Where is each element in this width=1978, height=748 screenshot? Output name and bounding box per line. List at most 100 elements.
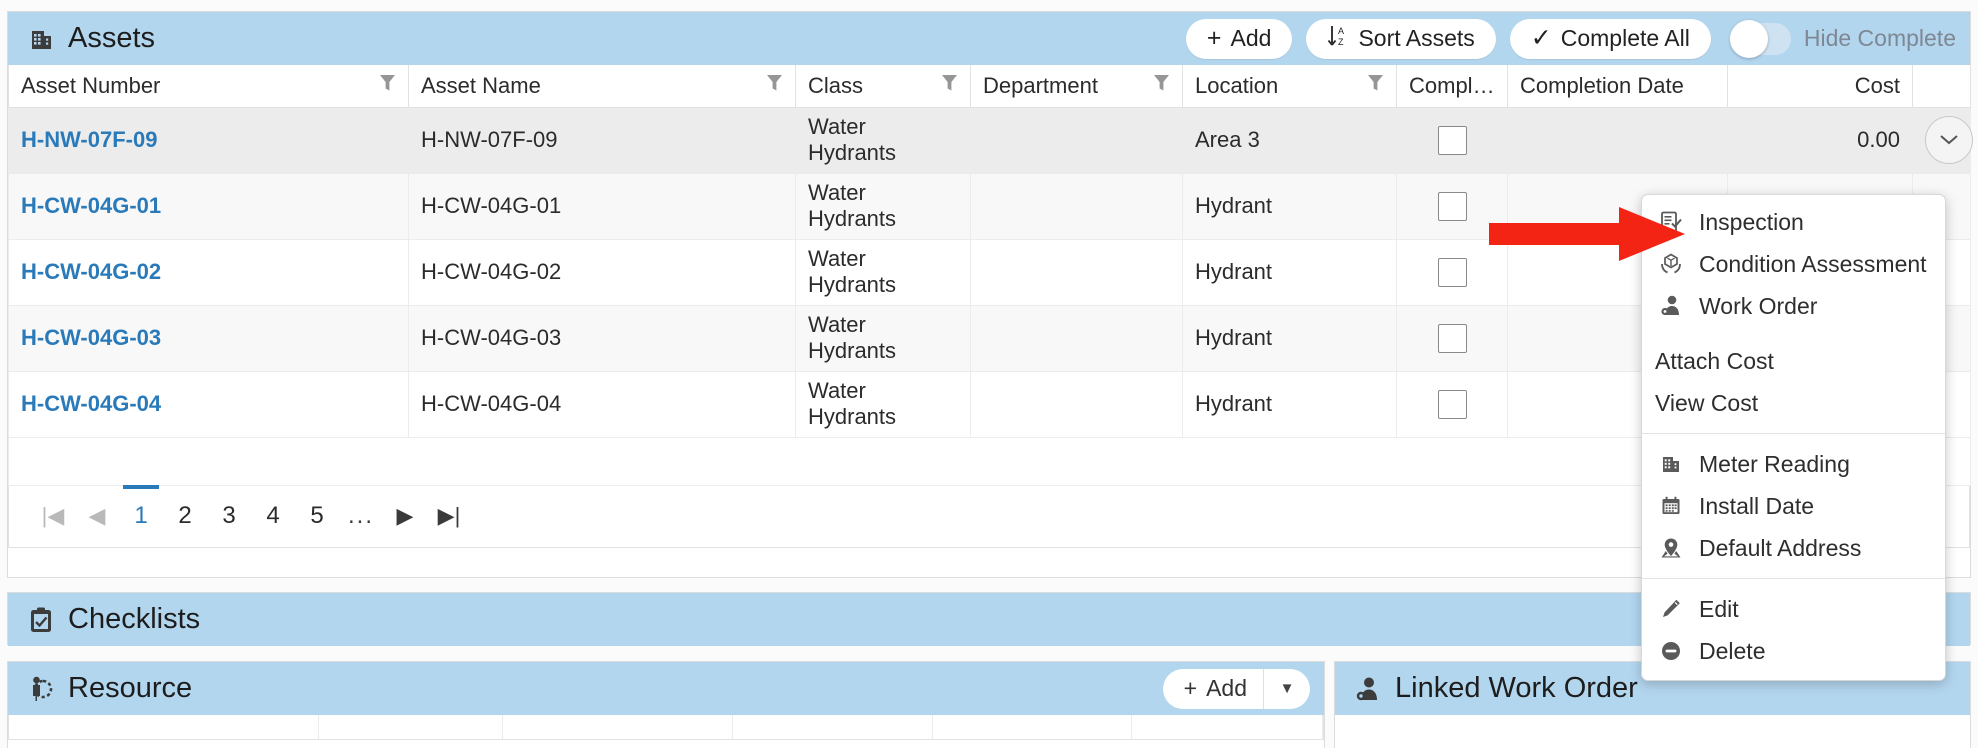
cell-asset-name: H-NW-07F-09 bbox=[408, 107, 796, 174]
linked-work-order-title-label: Linked Work Order bbox=[1395, 672, 1638, 704]
column-header-asset-name[interactable]: Asset Name bbox=[408, 65, 796, 108]
column-header-asset-number[interactable]: Asset Number bbox=[8, 65, 409, 108]
cell-asset-number[interactable]: H-CW-04G-03 bbox=[8, 305, 409, 372]
pager-page-3[interactable]: 3 bbox=[207, 486, 251, 546]
column-label: Asset Name bbox=[421, 72, 541, 98]
menu-item-default-address[interactable]: Default Address bbox=[1642, 527, 1945, 569]
resource-add-button[interactable]: + Add bbox=[1162, 668, 1264, 709]
cell-department bbox=[970, 107, 1183, 174]
app-root: Assets + Add A Z Sort Assets ✓ Complete … bbox=[0, 0, 1978, 748]
asset-number-link[interactable]: H-CW-04G-01 bbox=[21, 193, 161, 218]
menu-item-condition-assessment[interactable]: Condition Assessment bbox=[1642, 243, 1945, 285]
caret-down-icon: ▼ bbox=[1279, 680, 1295, 697]
filter-icon[interactable] bbox=[1153, 73, 1170, 99]
cell-complete[interactable] bbox=[1396, 239, 1508, 306]
complete-checkbox[interactable] bbox=[1437, 191, 1467, 221]
complete-all-label: Complete All bbox=[1560, 25, 1690, 51]
pager-page-1[interactable]: 1 bbox=[119, 485, 163, 546]
calendar-icon bbox=[1659, 495, 1683, 517]
pager-first-button[interactable]: |◀ bbox=[31, 486, 75, 546]
resource-panel: Resource + Add ▼ bbox=[7, 661, 1325, 748]
pager-next-button[interactable]: ▶ bbox=[383, 486, 427, 546]
row-context-menu: Inspection Condition Assessment Work Ord… bbox=[1641, 194, 1946, 681]
menu-item-label: Meter Reading bbox=[1699, 450, 1850, 477]
column-header-completion-date[interactable]: Completion Date bbox=[1507, 65, 1728, 108]
table-row[interactable]: H-NW-07F-09 H-NW-07F-09 Water Hydrants A… bbox=[8, 107, 1973, 174]
cell-cost: 0.00 bbox=[1727, 107, 1913, 174]
menu-item-meter-reading[interactable]: Meter Reading bbox=[1642, 443, 1945, 485]
sort-assets-button[interactable]: A Z Sort Assets bbox=[1306, 18, 1496, 59]
column-header-cost[interactable]: Cost bbox=[1727, 65, 1913, 108]
resource-col-2[interactable] bbox=[319, 715, 504, 739]
filter-icon[interactable] bbox=[379, 73, 396, 99]
menu-item-attach-cost[interactable]: Attach Cost bbox=[1642, 340, 1945, 382]
building-icon bbox=[26, 24, 56, 54]
resource-col-4[interactable] bbox=[733, 715, 933, 739]
complete-checkbox[interactable] bbox=[1437, 125, 1467, 155]
add-asset-button[interactable]: + Add bbox=[1185, 18, 1293, 59]
menu-item-work-order[interactable]: Work Order bbox=[1642, 285, 1945, 327]
row-menu-button[interactable] bbox=[1925, 116, 1973, 164]
resource-col-3[interactable] bbox=[503, 715, 733, 739]
hide-complete-toggle[interactable] bbox=[1728, 19, 1791, 58]
filter-icon[interactable] bbox=[941, 73, 958, 99]
column-header-actions bbox=[1912, 65, 1971, 108]
column-label: Comple... bbox=[1409, 72, 1495, 98]
cell-actions[interactable] bbox=[1912, 107, 1973, 174]
column-label: Asset Number bbox=[21, 72, 161, 98]
complete-checkbox[interactable] bbox=[1437, 257, 1467, 287]
asset-number-link[interactable]: H-CW-04G-02 bbox=[21, 259, 161, 284]
cell-asset-number[interactable]: H-NW-07F-09 bbox=[8, 107, 409, 174]
cell-complete[interactable] bbox=[1396, 107, 1508, 174]
hands-box-icon bbox=[1659, 252, 1683, 276]
complete-all-button[interactable]: ✓ Complete All bbox=[1509, 18, 1711, 59]
cell-complete[interactable] bbox=[1396, 173, 1508, 240]
asset-number-link[interactable]: H-NW-07F-09 bbox=[21, 127, 157, 152]
column-header-location[interactable]: Location bbox=[1182, 65, 1397, 108]
column-header-class[interactable]: Class bbox=[795, 65, 971, 108]
cell-asset-number[interactable]: H-CW-04G-01 bbox=[8, 173, 409, 240]
menu-item-delete[interactable]: Delete bbox=[1642, 630, 1945, 672]
pager-page-4[interactable]: 4 bbox=[251, 486, 295, 546]
pager-prev-button[interactable]: ◀ bbox=[75, 486, 119, 546]
complete-checkbox[interactable] bbox=[1437, 323, 1467, 353]
cell-class: Water Hydrants bbox=[795, 107, 971, 174]
asset-number-link[interactable]: H-CW-04G-04 bbox=[21, 391, 161, 416]
pencil-icon bbox=[1659, 598, 1683, 620]
complete-checkbox[interactable] bbox=[1437, 389, 1467, 419]
column-header-department[interactable]: Department bbox=[970, 65, 1183, 108]
assets-table-header-row: Asset Number Asset Name Class Department bbox=[8, 65, 1971, 108]
cell-location: Hydrant bbox=[1182, 173, 1397, 240]
resource-col-6[interactable] bbox=[1132, 715, 1324, 739]
assets-panel-header: Assets + Add A Z Sort Assets ✓ Complete … bbox=[8, 12, 1970, 65]
menu-item-view-cost[interactable]: View Cost bbox=[1642, 382, 1945, 424]
sort-assets-label: Sort Assets bbox=[1358, 25, 1475, 51]
resource-col-5[interactable] bbox=[933, 715, 1133, 739]
resource-person-icon bbox=[26, 674, 56, 704]
cell-asset-number[interactable]: H-CW-04G-02 bbox=[8, 239, 409, 306]
cell-department bbox=[970, 239, 1183, 306]
cell-complete[interactable] bbox=[1396, 371, 1508, 438]
toggle-knob bbox=[1729, 19, 1768, 58]
column-header-complete[interactable]: Comple... bbox=[1396, 65, 1508, 108]
pager-page-2[interactable]: 2 bbox=[163, 486, 207, 546]
resource-col-1[interactable] bbox=[9, 715, 319, 739]
assets-title-group: Assets bbox=[26, 22, 155, 55]
plus-icon: + bbox=[1183, 675, 1198, 701]
resource-title-label: Resource bbox=[68, 672, 193, 704]
filter-icon[interactable] bbox=[766, 73, 783, 99]
cell-class: Water Hydrants bbox=[795, 305, 971, 372]
cell-asset-name: H-CW-04G-01 bbox=[408, 173, 796, 240]
pager-last-button[interactable]: ▶| bbox=[427, 486, 471, 546]
cell-asset-number[interactable]: H-CW-04G-04 bbox=[8, 371, 409, 438]
menu-item-edit[interactable]: Edit bbox=[1642, 588, 1945, 630]
filter-icon[interactable] bbox=[1367, 73, 1384, 99]
asset-number-link[interactable]: H-CW-04G-03 bbox=[21, 325, 161, 350]
cell-asset-name: H-CW-04G-04 bbox=[408, 371, 796, 438]
menu-item-install-date[interactable]: Install Date bbox=[1642, 485, 1945, 527]
assets-title-label: Assets bbox=[68, 22, 156, 54]
resource-add-dropdown-button[interactable]: ▼ bbox=[1264, 668, 1310, 709]
menu-item-inspection[interactable]: Inspection bbox=[1642, 201, 1945, 243]
cell-complete[interactable] bbox=[1396, 305, 1508, 372]
pager-page-5[interactable]: 5 bbox=[295, 486, 339, 546]
